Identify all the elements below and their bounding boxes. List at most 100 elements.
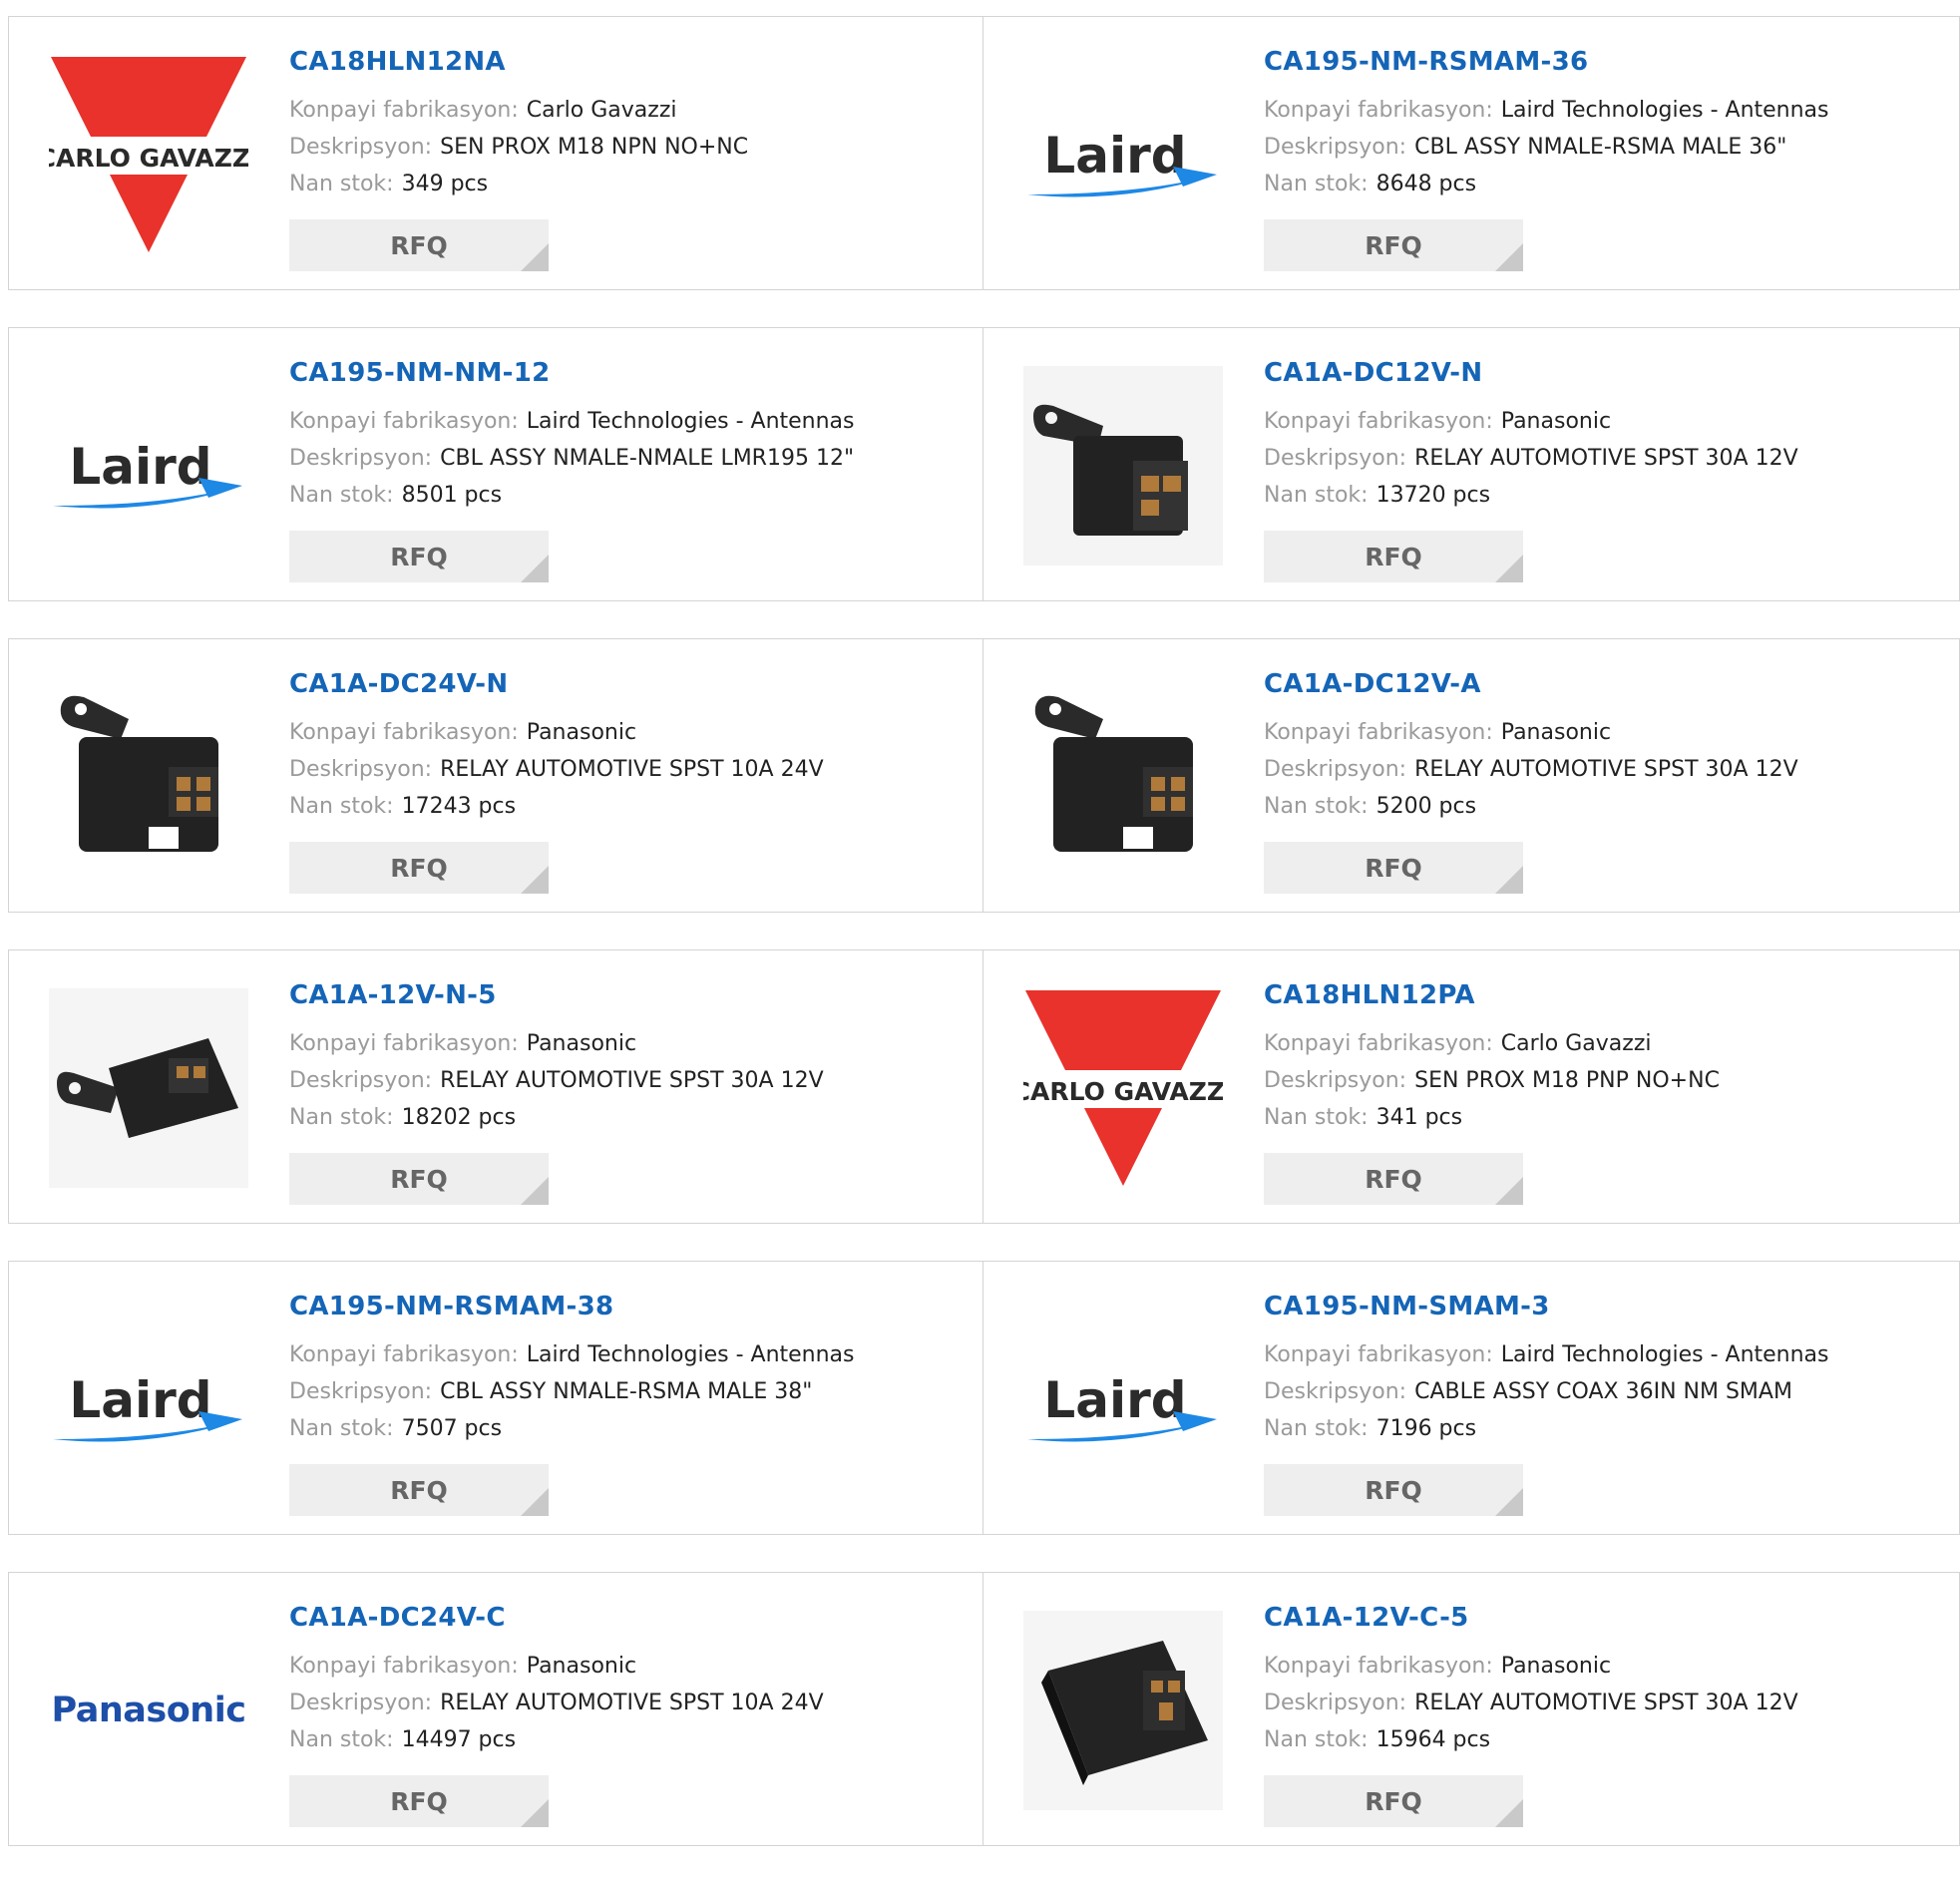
stock-line: Nan stok: 349 pcs (289, 166, 973, 202)
manufacturer-label: Konpayi fabrikasyon: (1264, 409, 1493, 434)
manufacturer-line: Konpayi fabrikasyon: Laird Technologies -… (289, 403, 973, 440)
description-value: CBL ASSY NMALE-NMALE LMR195 12" (440, 446, 855, 471)
laird-logo[interactable]: Laird (49, 366, 248, 565)
stock-line: Nan stok: 7507 pcs (289, 1410, 973, 1447)
relay-photo[interactable] (1023, 677, 1223, 877)
stock-label: Nan stok: (289, 1416, 394, 1441)
part-number-link[interactable]: CA1A-12V-N-5 (289, 980, 973, 1010)
corner-fold-icon (1495, 1799, 1523, 1827)
manufacturer-line: Konpayi fabrikasyon: Panasonic (1264, 403, 1949, 440)
stock-line: Nan stok: 8501 pcs (289, 477, 973, 514)
relay-photo[interactable] (1023, 1611, 1223, 1810)
product-card: CARLO GAVAZZI CA18HLN12PA Konpayi fabrik… (983, 949, 1960, 1224)
corner-fold-icon (521, 1799, 549, 1827)
panasonic-logo[interactable]: Panasonic (49, 1611, 248, 1810)
manufacturer-value: Panasonic (1500, 1654, 1612, 1679)
description-value: RELAY AUTOMOTIVE SPST 30A 12V (440, 1068, 824, 1093)
rfq-button[interactable]: RFQ (289, 1464, 549, 1516)
rfq-label: RFQ (1365, 853, 1422, 883)
manufacturer-value: Panasonic (526, 1654, 637, 1679)
svg-text:CARLO GAVAZZI: CARLO GAVAZZI (1023, 1077, 1223, 1106)
manufacturer-label: Konpayi fabrikasyon: (289, 1654, 519, 1679)
stock-value: 18202 pcs (401, 1105, 517, 1130)
part-number-link[interactable]: CA195-NM-SMAM-3 (1264, 1292, 1949, 1321)
rfq-button[interactable]: RFQ (289, 219, 549, 271)
product-row: CA1A-DC24V-N Konpayi fabrikasyon: Panason… (8, 638, 1960, 913)
rfq-button[interactable]: RFQ (289, 531, 549, 582)
manufacturer-line: Konpayi fabrikasyon: Panasonic (1264, 1648, 1949, 1685)
rfq-label: RFQ (390, 853, 448, 883)
description-line: Deskripsyon: RELAY AUTOMOTIVE SPST 30A 12… (1264, 1685, 1949, 1721)
stock-line: Nan stok: 15964 pcs (1264, 1721, 1949, 1758)
manufacturer-value: Laird Technologies - Antennas (1500, 98, 1829, 123)
product-row: Laird CA195-NM-NM-12 Konpayi fabrikasyon… (8, 327, 1960, 601)
manufacturer-line: Konpayi fabrikasyon: Laird Technologies -… (289, 1336, 973, 1373)
laird-logo[interactable]: Laird (1023, 55, 1223, 254)
description-label: Deskripsyon: (289, 1379, 433, 1404)
rfq-button[interactable]: RFQ (1264, 531, 1523, 582)
stock-line: Nan stok: 5200 pcs (1264, 788, 1949, 825)
manufacturer-label: Konpayi fabrikasyon: (1264, 1031, 1493, 1056)
rfq-label: RFQ (390, 1475, 448, 1505)
carlo-gavazzi-logo[interactable]: CARLO GAVAZZI (49, 55, 248, 254)
svg-text:Laird: Laird (1043, 127, 1186, 185)
rfq-label: RFQ (390, 542, 448, 571)
part-number-link[interactable]: CA195-NM-RSMAM-36 (1264, 47, 1949, 77)
manufacturer-line: Konpayi fabrikasyon: Panasonic (289, 714, 973, 751)
part-number-link[interactable]: CA195-NM-RSMAM-38 (289, 1292, 973, 1321)
description-line: Deskripsyon: RELAY AUTOMOTIVE SPST 30A 12… (1264, 440, 1949, 477)
manufacturer-label: Konpayi fabrikasyon: (289, 98, 519, 123)
product-card: CA1A-DC12V-N Konpayi fabrikasyon: Panason… (983, 327, 1960, 601)
part-number-link[interactable]: CA1A-DC24V-C (289, 1603, 973, 1633)
part-number-link[interactable]: CA1A-DC24V-N (289, 669, 973, 699)
product-grid: CARLO GAVAZZI CA18HLN12NA Konpayi fabrik… (8, 16, 1960, 1883)
part-number-link[interactable]: CA18HLN12PA (1264, 980, 1949, 1010)
rfq-button[interactable]: RFQ (289, 842, 549, 894)
rfq-button[interactable]: RFQ (289, 1775, 549, 1827)
description-label: Deskripsyon: (289, 1068, 433, 1093)
product-row: Panasonic CA1A-DC24V-C Konpayi fabrikasy… (8, 1572, 1960, 1846)
rfq-label: RFQ (1365, 1786, 1422, 1816)
part-number-link[interactable]: CA195-NM-NM-12 (289, 358, 973, 388)
relay-photo[interactable] (49, 677, 248, 877)
stock-value: 17243 pcs (401, 794, 517, 819)
rfq-button[interactable]: RFQ (1264, 219, 1523, 271)
manufacturer-label: Konpayi fabrikasyon: (1264, 98, 1493, 123)
rfq-button[interactable]: RFQ (1264, 1775, 1523, 1827)
product-card: CA1A-12V-C-5 Konpayi fabrikasyon: Panason… (983, 1572, 1960, 1846)
relay-photo[interactable] (49, 988, 248, 1188)
stock-line: Nan stok: 8648 pcs (1264, 166, 1949, 202)
panasonic-wordmark: Panasonic (51, 1691, 246, 1730)
description-value: RELAY AUTOMOTIVE SPST 10A 24V (440, 1691, 824, 1715)
rfq-button[interactable]: RFQ (289, 1153, 549, 1205)
description-label: Deskripsyon: (1264, 1068, 1407, 1093)
rfq-button[interactable]: RFQ (1264, 1153, 1523, 1205)
product-card: Laird CA195-NM-NM-12 Konpayi fabrikasyon… (8, 327, 983, 601)
description-line: Deskripsyon: RELAY AUTOMOTIVE SPST 10A 24… (289, 751, 973, 788)
carlo-gavazzi-logo[interactable]: CARLO GAVAZZI (1023, 988, 1223, 1188)
manufacturer-line: Konpayi fabrikasyon: Laird Technologies -… (1264, 1336, 1949, 1373)
part-number-link[interactable]: CA18HLN12NA (289, 47, 973, 77)
manufacturer-value: Panasonic (1500, 409, 1612, 434)
part-number-link[interactable]: CA1A-12V-C-5 (1264, 1603, 1949, 1633)
stock-label: Nan stok: (1264, 172, 1369, 196)
part-number-link[interactable]: CA1A-DC12V-N (1264, 358, 1949, 388)
rfq-button[interactable]: RFQ (1264, 1464, 1523, 1516)
laird-logo[interactable]: Laird (49, 1300, 248, 1499)
manufacturer-value: Panasonic (526, 1031, 637, 1056)
relay-photo[interactable] (1023, 366, 1223, 565)
corner-fold-icon (1495, 1177, 1523, 1205)
description-line: Deskripsyon: RELAY AUTOMOTIVE SPST 10A 24… (289, 1685, 973, 1721)
rfq-label: RFQ (1365, 542, 1422, 571)
laird-logo[interactable]: Laird (1023, 1300, 1223, 1499)
description-line: Deskripsyon: CBL ASSY NMALE-RSMA MALE 38" (289, 1373, 973, 1410)
corner-fold-icon (521, 243, 549, 271)
stock-value: 349 pcs (401, 172, 489, 196)
product-row: Laird CA195-NM-RSMAM-38 Konpayi fabrikas… (8, 1261, 1960, 1535)
manufacturer-label: Konpayi fabrikasyon: (289, 1031, 519, 1056)
part-number-link[interactable]: CA1A-DC12V-A (1264, 669, 1949, 699)
rfq-button[interactable]: RFQ (1264, 842, 1523, 894)
description-line: Deskripsyon: RELAY AUTOMOTIVE SPST 30A 12… (289, 1062, 973, 1099)
manufacturer-label: Konpayi fabrikasyon: (289, 1342, 519, 1367)
product-row: CARLO GAVAZZI CA18HLN12NA Konpayi fabrik… (8, 16, 1960, 290)
